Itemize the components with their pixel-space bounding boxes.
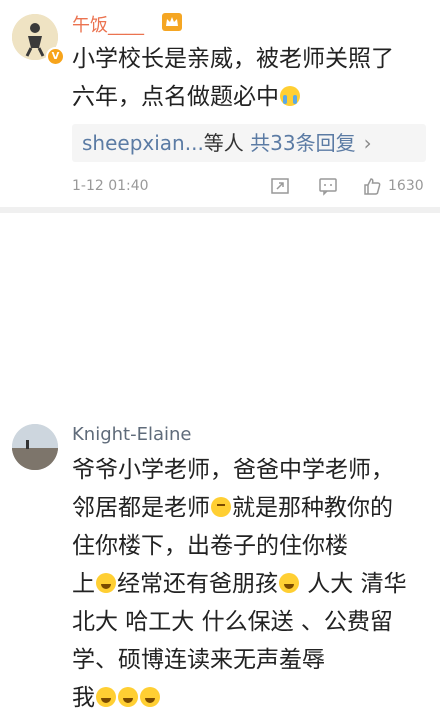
comment-username[interactable]: 午饭____ [72, 11, 144, 37]
laugh-cry-emoji-icon [118, 687, 138, 707]
comment-text-segment: 就是那种教你的 [232, 495, 393, 521]
avatar-image-icon [12, 424, 58, 470]
comment-text: 小学校长是亲威，被老师关照了 六年，点名做题必中 [72, 40, 426, 116]
chevron-right-icon: › [363, 131, 372, 155]
laugh-cry-emoji-icon [140, 687, 160, 707]
vip-badge-icon: V [46, 47, 65, 66]
replies-others-label: 等人 [203, 131, 244, 155]
avatar[interactable] [12, 424, 58, 470]
like-count: 1630 [388, 178, 424, 194]
awkward-emoji-icon [211, 497, 231, 517]
comment-text-line: 北大 哈工大 什么保送 、公费留 [72, 609, 393, 635]
comment-text-segment: 我 [72, 685, 95, 711]
laugh-cry-emoji-icon [96, 687, 116, 707]
comment-username[interactable]: Knight-Elaine [72, 424, 192, 445]
comment-text-line: 小学校长是亲威，被老师关照了 [72, 46, 394, 72]
comment-text-line: 住你楼下，出卷子的住你楼 [72, 533, 348, 559]
comment-text-segment: 上 [72, 571, 95, 597]
crown-icon [162, 13, 182, 31]
comment-text-segment: 六年，点名做题必中 [72, 84, 279, 110]
repost-icon[interactable] [270, 176, 290, 196]
comment-text-line: 上经常还有爸朋孩 人大 清华 [72, 565, 426, 603]
like-icon[interactable] [362, 176, 382, 196]
comment-text-line: 爷爷小学老师，爸爸中学老师， [72, 457, 394, 483]
comment-text-line: 我 [72, 679, 426, 717]
laugh-cry-emoji-icon [96, 573, 116, 593]
comment-text-segment: 经常还有爸朋孩 [117, 571, 278, 597]
comment-timestamp: 1-12 01:40 [72, 178, 149, 194]
replies-count-link[interactable]: 共33条回复 [250, 131, 355, 155]
laugh-cry-emoji-icon [279, 573, 299, 593]
comment-text-segment: 邻居都是老师 [72, 495, 210, 521]
replies-summary[interactable]: sheepxian...等人 共33条回复 › [72, 124, 426, 162]
comment-2: Knight-Elaine 爷爷小学老师，爸爸中学老师， 邻居都是老师 就是那种教… [0, 204, 440, 711]
comment-text-line: 邻居都是老师 就是那种教你的 [72, 489, 426, 527]
comment-text: 爷爷小学老师，爸爸中学老师， 邻居都是老师 就是那种教你的 住你楼下，出卷子的住你… [72, 451, 426, 717]
reply-icon[interactable] [318, 176, 338, 196]
crying-emoji-icon [280, 86, 300, 106]
comment-text-line: 学、硕博连读来无声羞辱 [72, 647, 325, 673]
comment-1: V 午饭____ 小学校长是亲威，被老师关照了 六年，点名做题必中 sheepx… [0, 0, 440, 204]
comment-text-segment: 人大 清华 [300, 571, 407, 597]
comment-text-line: 六年，点名做题必中 [72, 78, 426, 116]
comment-meta: 1-12 01:40 1630 [72, 176, 426, 198]
reply-username[interactable]: sheepxian... [82, 131, 204, 155]
